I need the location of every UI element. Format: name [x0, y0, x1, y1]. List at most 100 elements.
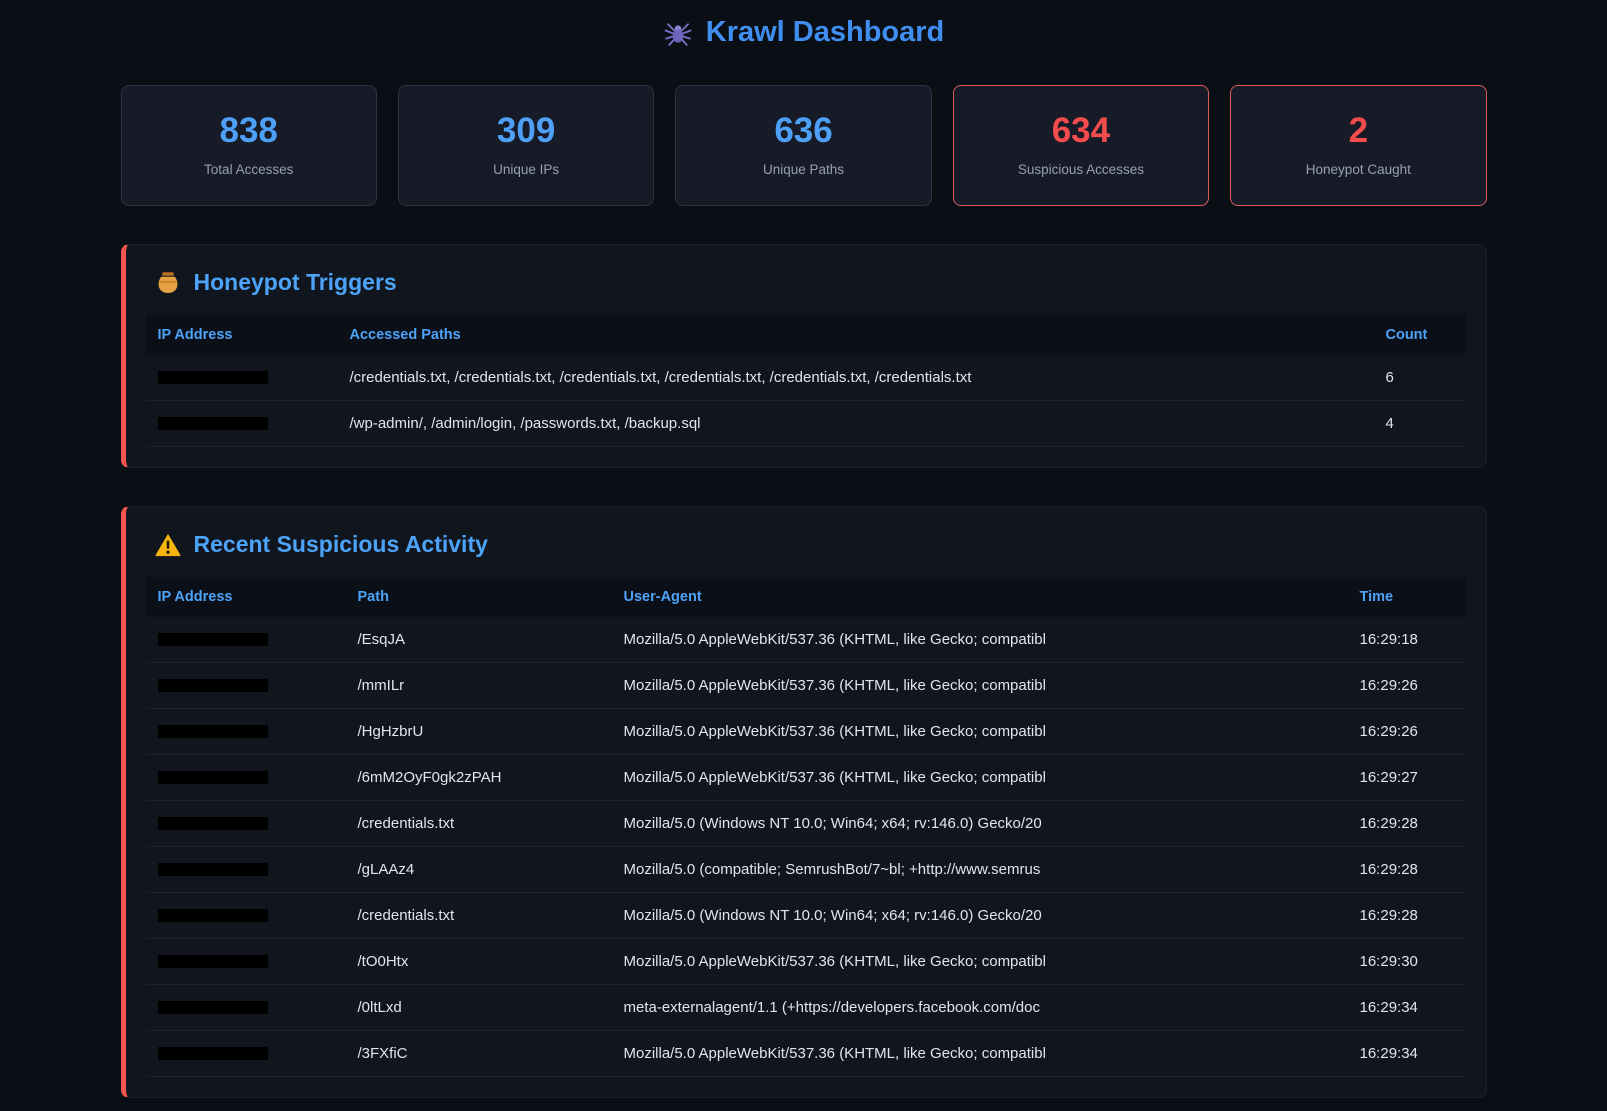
stat-label: Unique IPs: [409, 162, 643, 177]
page-title: Krawl Dashboard: [121, 16, 1487, 49]
warning-icon: [154, 531, 182, 559]
ip-cell: [146, 400, 338, 446]
suspicious-section-title-text: Recent Suspicious Activity: [194, 531, 488, 558]
stat-value: 2: [1241, 112, 1475, 151]
time-cell: 16:29:26: [1348, 708, 1466, 754]
stat-value: 309: [409, 112, 643, 151]
stat-card-total-accesses: 838 Total Accesses: [121, 85, 377, 206]
honeypot-icon: [154, 269, 182, 297]
path-cell: /HgHzbrU: [346, 708, 612, 754]
redacted-ip-bar: [158, 417, 268, 430]
table-row: /gLAAz4Mozilla/5.0 (compatible; SemrushB…: [146, 846, 1466, 892]
suspicious-activity-section: Recent Suspicious Activity IP Address Pa…: [121, 506, 1487, 1098]
table-row: /3FXfiCMozilla/5.0 AppleWebKit/537.36 (K…: [146, 1030, 1466, 1076]
column-header-time: Time: [1348, 577, 1466, 617]
redacted-ip-bar: [158, 955, 268, 968]
redacted-ip-bar: [158, 817, 268, 830]
stat-label: Suspicious Accesses: [964, 162, 1198, 177]
stat-value: 838: [132, 112, 366, 151]
ip-cell: [146, 1030, 346, 1076]
dashboard-viewport: Krawl Dashboard 838 Total Accesses 309 U…: [0, 0, 1607, 1111]
stats-row: 838 Total Accesses 309 Unique IPs 636 Un…: [121, 85, 1487, 206]
path-cell: /tO0Htx: [346, 938, 612, 984]
time-cell: 16:29:34: [1348, 1030, 1466, 1076]
ip-cell: [146, 892, 346, 938]
stat-card-honeypot-caught: 2 Honeypot Caught: [1230, 85, 1486, 206]
stat-label: Honeypot Caught: [1241, 162, 1475, 177]
accessed-paths-cell: /credentials.txt, /credentials.txt, /cre…: [338, 355, 1374, 401]
path-cell: /EsqJA: [346, 617, 612, 663]
redacted-ip-bar: [158, 863, 268, 876]
table-row: /EsqJAMozilla/5.0 AppleWebKit/537.36 (KH…: [146, 617, 1466, 663]
user-agent-cell: Mozilla/5.0 AppleWebKit/537.36 (KHTML, l…: [612, 708, 1348, 754]
redacted-ip-bar: [158, 679, 268, 692]
ip-cell: [146, 800, 346, 846]
redacted-ip-bar: [158, 371, 268, 384]
redacted-ip-bar: [158, 725, 268, 738]
user-agent-cell: Mozilla/5.0 (Windows NT 10.0; Win64; x64…: [612, 800, 1348, 846]
stat-value: 636: [686, 112, 920, 151]
ip-cell: [146, 984, 346, 1030]
user-agent-cell: meta-externalagent/1.1 (+https://develop…: [612, 984, 1348, 1030]
column-header-path: Path: [346, 577, 612, 617]
honeypot-section-title: Honeypot Triggers: [146, 269, 1466, 297]
column-header-user-agent: User-Agent: [612, 577, 1348, 617]
user-agent-cell: Mozilla/5.0 AppleWebKit/537.36 (KHTML, l…: [612, 754, 1348, 800]
stat-card-suspicious-accesses: 634 Suspicious Accesses: [953, 85, 1209, 206]
path-cell: /3FXfiC: [346, 1030, 612, 1076]
ip-cell: [146, 662, 346, 708]
suspicious-table-body: /EsqJAMozilla/5.0 AppleWebKit/537.36 (KH…: [146, 617, 1466, 1077]
honeypot-triggers-section: Honeypot Triggers IP Address Accessed Pa…: [121, 244, 1487, 468]
suspicious-section-title: Recent Suspicious Activity: [146, 531, 1466, 559]
redacted-ip-bar: [158, 633, 268, 646]
stat-label: Unique Paths: [686, 162, 920, 177]
user-agent-cell: Mozilla/5.0 (compatible; SemrushBot/7~bl…: [612, 846, 1348, 892]
table-row: /0ltLxdmeta-externalagent/1.1 (+https://…: [146, 984, 1466, 1030]
ip-cell: [146, 355, 338, 401]
count-cell: 4: [1374, 400, 1466, 446]
user-agent-cell: Mozilla/5.0 AppleWebKit/537.36 (KHTML, l…: [612, 1030, 1348, 1076]
redacted-ip-bar: [158, 909, 268, 922]
user-agent-cell: Mozilla/5.0 AppleWebKit/537.36 (KHTML, l…: [612, 662, 1348, 708]
time-cell: 16:29:30: [1348, 938, 1466, 984]
table-row: /mmILrMozilla/5.0 AppleWebKit/537.36 (KH…: [146, 662, 1466, 708]
stat-card-unique-ips: 309 Unique IPs: [398, 85, 654, 206]
column-header-ip-address: IP Address: [146, 315, 338, 355]
honeypot-table-header: IP Address Accessed Paths Count: [146, 315, 1466, 355]
table-row: /wp-admin/, /admin/login, /passwords.txt…: [146, 400, 1466, 446]
stat-value: 634: [964, 112, 1198, 151]
user-agent-cell: Mozilla/5.0 AppleWebKit/537.36 (KHTML, l…: [612, 938, 1348, 984]
path-cell: /6mM2OyF0gk2zPAH: [346, 754, 612, 800]
time-cell: 16:29:27: [1348, 754, 1466, 800]
dashboard-container: Krawl Dashboard 838 Total Accesses 309 U…: [121, 0, 1487, 1098]
time-cell: 16:29:28: [1348, 846, 1466, 892]
table-row: /HgHzbrUMozilla/5.0 AppleWebKit/537.36 (…: [146, 708, 1466, 754]
path-cell: /0ltLxd: [346, 984, 612, 1030]
suspicious-table-header: IP Address Path User-Agent Time: [146, 577, 1466, 617]
page-title-text: Krawl Dashboard: [706, 16, 945, 49]
stat-card-unique-paths: 636 Unique Paths: [675, 85, 931, 206]
user-agent-cell: Mozilla/5.0 AppleWebKit/537.36 (KHTML, l…: [612, 617, 1348, 663]
honeypot-section-title-text: Honeypot Triggers: [194, 269, 397, 296]
time-cell: 16:29:28: [1348, 892, 1466, 938]
spider-icon: [663, 18, 693, 48]
time-cell: 16:29:26: [1348, 662, 1466, 708]
path-cell: /credentials.txt: [346, 892, 612, 938]
table-row: /credentials.txtMozilla/5.0 (Windows NT …: [146, 800, 1466, 846]
redacted-ip-bar: [158, 1001, 268, 1014]
time-cell: 16:29:18: [1348, 617, 1466, 663]
ip-cell: [146, 617, 346, 663]
ip-cell: [146, 938, 346, 984]
honeypot-table-body: /credentials.txt, /credentials.txt, /cre…: [146, 355, 1466, 447]
honeypot-table: IP Address Accessed Paths Count /credent…: [146, 315, 1466, 447]
stat-label: Total Accesses: [132, 162, 366, 177]
path-cell: /credentials.txt: [346, 800, 612, 846]
user-agent-cell: Mozilla/5.0 (Windows NT 10.0; Win64; x64…: [612, 892, 1348, 938]
ip-cell: [146, 708, 346, 754]
table-row: /tO0HtxMozilla/5.0 AppleWebKit/537.36 (K…: [146, 938, 1466, 984]
ip-cell: [146, 846, 346, 892]
table-row: /6mM2OyF0gk2zPAHMozilla/5.0 AppleWebKit/…: [146, 754, 1466, 800]
accessed-paths-cell: /wp-admin/, /admin/login, /passwords.txt…: [338, 400, 1374, 446]
column-header-ip-address: IP Address: [146, 577, 346, 617]
path-cell: /gLAAz4: [346, 846, 612, 892]
